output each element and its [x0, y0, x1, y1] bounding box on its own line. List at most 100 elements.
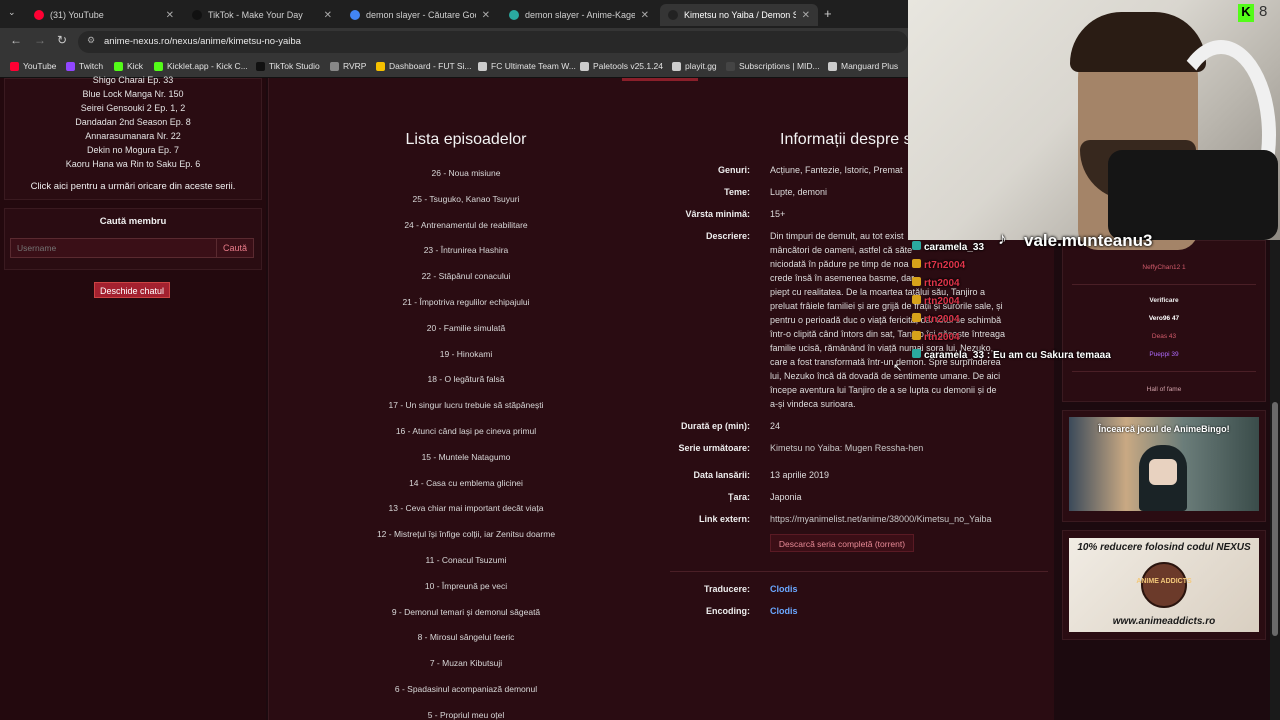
episode-link[interactable]: 13 - Ceva chiar mai important decât viaț…	[360, 503, 572, 513]
episode-link[interactable]: 14 - Casa cu emblema glicinei	[360, 478, 572, 488]
episode-link[interactable]: 9 - Demonul temari și demonul săgeată	[360, 607, 572, 617]
episode-link[interactable]: 23 - Întrunirea Hashira	[360, 245, 572, 255]
close-tab-icon[interactable]: ✕	[166, 10, 174, 21]
new-tab-plus-icon[interactable]: +	[824, 6, 832, 21]
bookmark-label: playit.gg	[685, 61, 717, 71]
open-chat-button[interactable]: Deschide chatul	[94, 282, 170, 298]
episode-link[interactable]: 12 - Mistrețul își înfige colții, iar Ze…	[360, 529, 572, 539]
ranking-user[interactable]: NeffyChan12 1	[1062, 264, 1266, 271]
release-date-label: Data lansării:	[693, 470, 750, 480]
followed-series-item[interactable]: Kaoru Hana wa Rin to Saku Ep. 6	[0, 159, 266, 169]
forward-arrow-icon[interactable]: →	[34, 33, 46, 47]
description-line: preluat frâiele familiei și are grijă de…	[770, 301, 1003, 311]
episode-link[interactable]: 7 - Muzan Kibutsuji	[360, 658, 572, 668]
followed-series-item[interactable]: Dandadan 2nd Season Ep. 8	[0, 117, 266, 127]
site-info-icon[interactable]: ⚙	[87, 35, 95, 46]
url-text: anime-nexus.ro/nexus/anime/kimetsu-no-ya…	[104, 36, 301, 47]
hall-of-fame-link[interactable]: Hall of fame	[1062, 386, 1266, 393]
chat-message: rt7n2004	[912, 259, 965, 271]
description-line: niciodată în pădure pe timp de noa	[770, 259, 909, 269]
promo-text: 10% reducere folosind codul NEXUS	[1077, 542, 1251, 553]
episode-link[interactable]: 20 - Familie simulată	[360, 323, 572, 333]
username-input[interactable]	[10, 238, 217, 258]
episode-link[interactable]: 24 - Antrenamentul de reabilitare	[360, 220, 572, 230]
episode-link[interactable]: 25 - Tsuguko, Kanao Tsuyuri	[360, 194, 572, 204]
bookmark-item[interactable]: Kicklet.app - Kick C...	[154, 61, 248, 71]
bookmark-item[interactable]: Dashboard - FUT Si...	[376, 61, 472, 71]
chat-message: caramela_33 : Eu am cu Sakura temaaa	[912, 349, 1111, 361]
episode-link[interactable]: 16 - Atunci când lași pe cineva primul	[360, 426, 572, 436]
encoding-label: Encoding:	[706, 606, 750, 616]
episode-link[interactable]: 17 - Un singur lucru trebuie să stăpâneș…	[360, 400, 572, 410]
bookmark-item[interactable]: Subscriptions | MID...	[726, 61, 820, 71]
bookmark-item[interactable]: RVRP	[330, 61, 366, 71]
chat-username: rtn2004	[924, 332, 960, 343]
browser-tab[interactable]: TikTok - Make Your Day ✕	[184, 4, 340, 26]
episode-link[interactable]: 19 - Hinokami	[360, 349, 572, 359]
bookmark-item[interactable]: Manguard Plus	[828, 61, 898, 71]
bookmark-item[interactable]: TikTok Studio	[256, 61, 320, 71]
episode-link[interactable]: 6 - Spadasinul acompaniază demonul	[360, 684, 572, 694]
episode-link[interactable]: 5 - Propriul meu oțel	[360, 710, 572, 720]
external-link[interactable]: https://myanimelist.net/anime/38000/Kime…	[770, 514, 991, 524]
bookmark-item[interactable]: Paletools v25.1.24	[580, 61, 663, 71]
bookmark-label: YouTube	[23, 61, 57, 71]
external-link-label: Link extern:	[698, 514, 750, 524]
divider	[1072, 284, 1256, 285]
encoder-link[interactable]: Clodis	[770, 606, 798, 616]
reload-icon[interactable]: ↻	[57, 33, 67, 47]
followed-series-item[interactable]: Shigo Charai Ep. 33	[0, 75, 266, 85]
episode-link[interactable]: 8 - Mirosul sângelui feeric	[360, 632, 572, 642]
duration-value: 24	[770, 421, 781, 431]
episode-link[interactable]: 26 - Noua misiune	[360, 168, 572, 178]
address-bar[interactable]: ⚙ anime-nexus.ro/nexus/anime/kimetsu-no-…	[78, 31, 908, 53]
close-tab-icon[interactable]: ✕	[641, 10, 649, 21]
episode-link[interactable]: 15 - Muntele Natagumo	[360, 452, 572, 462]
tab-title: demon slayer - Anime-Kage | A	[525, 10, 635, 20]
browser-tab[interactable]: demon slayer - Căutare Google ✕	[342, 4, 498, 26]
chat-badge-icon	[912, 277, 921, 286]
episode-link[interactable]: 21 - Împotriva regulilor echipajului	[360, 297, 572, 307]
bookmark-item[interactable]: playit.gg	[672, 61, 717, 71]
download-torrent-button[interactable]: Descarcă seria completă (torrent)	[770, 534, 914, 552]
episode-link[interactable]: 18 - O legătură falsă	[360, 374, 572, 384]
followed-series-item[interactable]: Dekin no Mogura Ep. 7	[0, 145, 266, 155]
translator-link[interactable]: Clodis	[770, 584, 798, 594]
episode-link[interactable]: 22 - Stăpânul conacului	[360, 271, 572, 281]
tab-search-chevron-icon[interactable]: ⌄	[8, 7, 16, 18]
bookmark-item[interactable]: Twitch	[66, 61, 103, 71]
chat-separator: :	[984, 350, 993, 361]
close-tab-icon[interactable]: ✕	[324, 10, 332, 21]
anime-bingo-banner[interactable]: Încearcă jocul de AnimeBingo!	[1069, 417, 1259, 511]
next-series-link[interactable]: Kimetsu no Yaiba: Mugen Ressha-hen	[770, 443, 923, 453]
close-tab-icon[interactable]: ✕	[802, 10, 810, 21]
bookmark-label: Kicklet.app - Kick C...	[167, 61, 248, 71]
anime-addicts-banner[interactable]: 10% reducere folosind codul NEXUS ANIME …	[1069, 538, 1259, 632]
browser-tab[interactable]: demon slayer - Anime-Kage | A ✕	[501, 4, 657, 26]
follow-series-link[interactable]: Click aici pentru a urmări oricare din a…	[0, 181, 266, 192]
followed-series-item[interactable]: Annarasumanara Nr. 22	[0, 131, 266, 141]
verif-user[interactable]: Deas 43	[1062, 333, 1266, 340]
browser-tab[interactable]: (31) YouTube ✕	[26, 4, 182, 26]
chat-username: caramela_33	[924, 242, 985, 253]
browser-tab[interactable]: Kimetsu no Yaiba / Demon Slay ✕	[660, 4, 818, 26]
bookmark-item[interactable]: FC Ultimate Team W...	[478, 61, 576, 71]
verif-user[interactable]: Vero96 47	[1062, 315, 1266, 322]
followed-series-item[interactable]: Seirei Gensouki 2 Ep. 1, 2	[0, 103, 266, 113]
scrollbar-thumb[interactable]	[1272, 402, 1278, 636]
episode-link[interactable]: 10 - Împreună pe veci	[360, 581, 572, 591]
bookmark-item[interactable]: Kick	[114, 61, 143, 71]
search-member-button[interactable]: Caută	[216, 238, 254, 258]
episode-link[interactable]: 11 - Conacul Tsuzumi	[360, 555, 572, 565]
description-label: Descriere:	[705, 231, 750, 241]
themes-label: Teme:	[724, 187, 750, 197]
webcam-overlay: K 8	[908, 0, 1280, 250]
kick-counter: 8	[1259, 3, 1268, 20]
bookmark-item[interactable]: YouTube	[10, 61, 56, 71]
followed-series-item[interactable]: Blue Lock Manga Nr. 150	[0, 89, 266, 99]
close-tab-icon[interactable]: ✕	[482, 10, 490, 21]
chat-username: rtn2004	[924, 296, 960, 307]
back-arrow-icon[interactable]: ←	[10, 33, 22, 47]
bookmark-icon	[726, 61, 735, 71]
tab-title: demon slayer - Căutare Google	[366, 10, 476, 20]
